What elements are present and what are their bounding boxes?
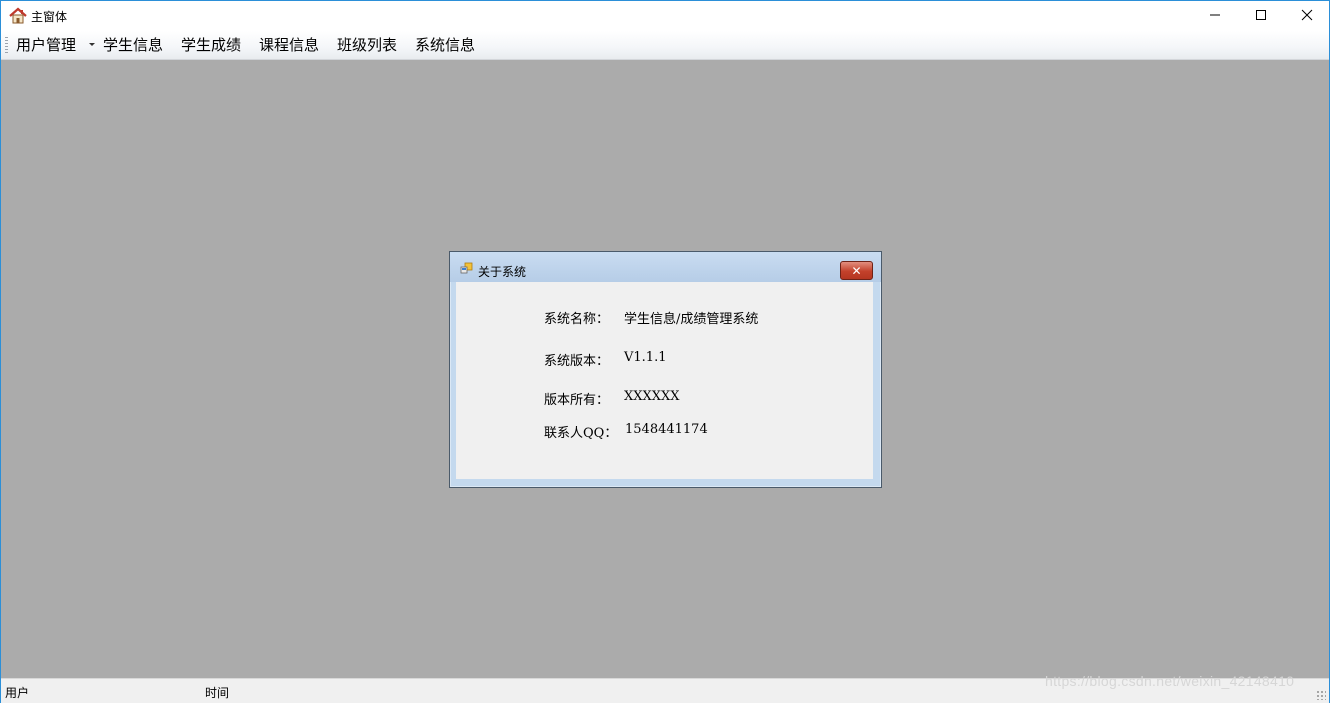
system-version-value: V1.1.1 — [624, 350, 667, 365]
status-user: 用户 — [5, 686, 30, 700]
dialog-title: 关于系统 — [478, 265, 527, 279]
watermark-text: https://blog.csdn.net/weixin_42148410 — [1045, 673, 1295, 689]
minimize-icon — [1209, 9, 1221, 24]
system-name-value: 学生信息/成绩管理系统 — [624, 312, 759, 327]
system-name-label: 系统名称： — [544, 312, 610, 327]
dropdown-arrow-icon[interactable] — [89, 43, 95, 46]
menu-user-management[interactable]: 用户管理 — [16, 34, 76, 56]
toolbar-grip[interactable] — [5, 37, 8, 53]
title-bar[interactable]: 主窗体 — [1, 1, 1329, 31]
maximize-button[interactable] — [1238, 1, 1284, 31]
system-version-label: 系统版本： — [544, 354, 610, 369]
menu-course-info[interactable]: 课程信息 — [259, 34, 319, 56]
app-window-icon — [460, 262, 474, 276]
close-icon — [1301, 9, 1313, 24]
home-icon — [9, 7, 27, 25]
close-icon: ✕ — [851, 263, 862, 278]
about-dialog: 关于系统 ✕ 系统名称： 学生信息/成绩管理系统 系统版本： V1.1.1 版本… — [449, 251, 882, 488]
dialog-content: 系统名称： 学生信息/成绩管理系统 系统版本： V1.1.1 版本所有： XXX… — [456, 282, 873, 479]
menu-class-list[interactable]: 班级列表 — [337, 34, 397, 56]
copyright-value: XXXXXX — [624, 389, 680, 404]
menu-bar: 用户管理 学生信息 学生成绩 课程信息 班级列表 系统信息 — [1, 31, 1329, 60]
minimize-button[interactable] — [1192, 1, 1238, 31]
dialog-close-button[interactable]: ✕ — [840, 261, 873, 280]
maximize-icon — [1255, 9, 1267, 24]
status-time: 时间 — [205, 686, 230, 700]
dialog-title-bar[interactable]: 关于系统 ✕ — [450, 252, 881, 282]
copyright-label: 版本所有： — [544, 393, 610, 408]
contact-qq-label: 联系人QQ： — [544, 426, 618, 441]
menu-system-info[interactable]: 系统信息 — [415, 34, 475, 56]
close-button[interactable] — [1284, 1, 1330, 31]
resize-grip-icon[interactable] — [1316, 690, 1326, 700]
contact-qq-value: 1548441174 — [625, 422, 708, 437]
menu-student-info[interactable]: 学生信息 — [103, 34, 163, 56]
window-title: 主窗体 — [31, 10, 68, 24]
menu-student-scores[interactable]: 学生成绩 — [181, 34, 241, 56]
